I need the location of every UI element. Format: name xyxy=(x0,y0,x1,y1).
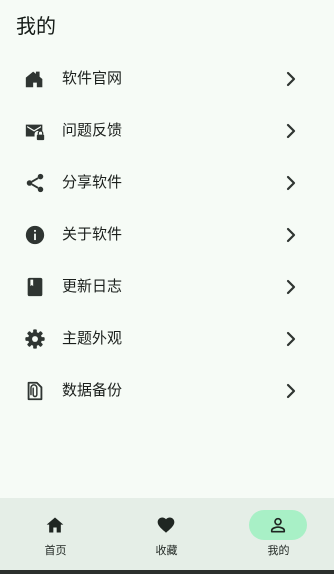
system-bottom-bar xyxy=(0,570,334,574)
menu-label-share: 分享软件 xyxy=(62,173,123,191)
menu-label-backup: 数据备份 xyxy=(62,381,123,399)
nav-pill-mine-active xyxy=(249,510,307,540)
menu-item-share[interactable]: 分享软件 xyxy=(0,156,334,208)
bottom-navigation: 首页 收藏 我的 xyxy=(0,498,334,570)
mail-lock-icon xyxy=(24,120,46,142)
info-icon xyxy=(24,224,46,246)
chevron-right-icon xyxy=(284,330,298,348)
menu-label-feedback: 问题反馈 xyxy=(62,121,123,139)
book-icon xyxy=(24,276,46,298)
nav-label-home: 首页 xyxy=(44,544,67,557)
chevron-right-icon xyxy=(284,70,298,88)
menu-item-theme[interactable]: 主题外观 xyxy=(0,312,334,364)
gear-icon xyxy=(24,328,46,350)
nav-pill-favorites xyxy=(137,510,195,540)
menu-item-changelog[interactable]: 更新日志 xyxy=(0,260,334,312)
person-icon xyxy=(270,517,286,533)
menu-label-website: 软件官网 xyxy=(62,69,123,87)
chevron-right-icon xyxy=(284,382,298,400)
share-icon xyxy=(24,172,46,194)
menu-item-feedback[interactable]: 问题反馈 xyxy=(0,104,334,156)
menu-item-website[interactable]: 软件官网 xyxy=(0,52,334,104)
nav-item-favorites[interactable]: 收藏 xyxy=(111,498,222,570)
settings-menu: 软件官网 问题反馈 分享软件 关于软件 更新日志 主题外观 数据备份 xyxy=(0,52,334,416)
nav-item-mine[interactable]: 我的 xyxy=(223,498,334,570)
nav-label-favorites: 收藏 xyxy=(155,544,178,557)
menu-label-about: 关于软件 xyxy=(62,225,123,243)
nav-pill-home xyxy=(26,510,84,540)
menu-item-backup[interactable]: 数据备份 xyxy=(0,364,334,416)
page-title: 我的 xyxy=(16,14,56,38)
home-icon xyxy=(46,517,64,533)
chevron-right-icon xyxy=(284,226,298,244)
chevron-right-icon xyxy=(284,122,298,140)
nav-item-home[interactable]: 首页 xyxy=(0,498,111,570)
menu-item-about[interactable]: 关于软件 xyxy=(0,208,334,260)
chevron-right-icon xyxy=(284,278,298,296)
file-clip-icon xyxy=(24,380,46,402)
home-icon xyxy=(24,68,46,90)
nav-label-mine: 我的 xyxy=(267,544,290,557)
menu-label-changelog: 更新日志 xyxy=(62,277,123,295)
chevron-right-icon xyxy=(284,174,298,192)
menu-label-theme: 主题外观 xyxy=(62,329,123,347)
heart-icon xyxy=(157,517,175,533)
